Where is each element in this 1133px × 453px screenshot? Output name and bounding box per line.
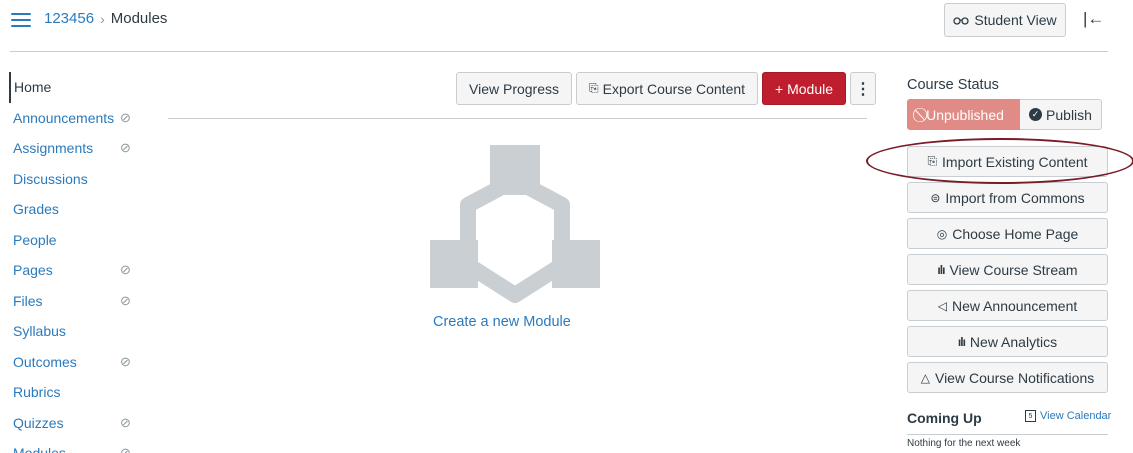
hidden-eye-icon: ⊘	[120, 353, 131, 369]
nav-item-label: Announcements	[13, 109, 115, 126]
publish-label: Publish	[1046, 106, 1092, 123]
hidden-eye-icon: ⊘	[120, 414, 131, 430]
import-from-commons-button[interactable]: ⊜ Import from Commons	[907, 182, 1108, 213]
nav-item-label: Assignments	[13, 140, 94, 157]
hidden-eye-icon: ⊘	[120, 109, 131, 125]
module-placeholder-icon	[430, 145, 600, 303]
nav-item-label: Pages	[13, 262, 53, 279]
bell-icon: △	[920, 370, 930, 385]
choose-home-page-button[interactable]: ◎ Choose Home Page	[907, 218, 1108, 249]
nav-item-label: Quizzes	[13, 414, 64, 431]
sidebar-button-label: New Announcement	[951, 297, 1078, 314]
nav-item-people[interactable]: People	[10, 225, 160, 256]
breadcrumb: 123456 › Modules	[44, 10, 167, 27]
nav-item-files[interactable]: Files ⊘	[10, 286, 160, 317]
hidden-eye-icon: ⊘	[120, 445, 131, 453]
nav-item-outcomes[interactable]: Outcomes ⊘	[10, 347, 160, 378]
nav-item-rubrics[interactable]: Rubrics	[10, 377, 160, 408]
nav-item-label: People	[13, 231, 57, 248]
hamburger-menu-icon[interactable]	[11, 10, 31, 28]
student-view-button[interactable]: Student View	[944, 3, 1066, 37]
sidebar-button-label: Import Existing Content	[942, 153, 1088, 170]
nav-item-quizzes[interactable]: Quizzes ⊘	[10, 408, 160, 439]
view-course-stream-button[interactable]: ılı View Course Stream	[907, 254, 1108, 285]
target-icon: ◎	[936, 226, 948, 241]
export-course-content-button[interactable]: ⎘ Export Course Content	[576, 72, 759, 105]
nav-item-label: Grades	[13, 201, 59, 218]
sidebar-button-label: View Course Stream	[949, 261, 1078, 278]
add-module-button[interactable]: + Module	[762, 72, 847, 105]
create-module-link[interactable]: Create a new Module	[433, 314, 571, 330]
export-label: Export Course Content	[602, 80, 746, 97]
more-options-kebab-icon[interactable]: ⋮	[850, 72, 877, 105]
nav-item-grades[interactable]: Grades	[10, 194, 160, 225]
collapse-left-icon[interactable]: |←	[1083, 9, 1104, 29]
coming-up-divider	[907, 434, 1108, 435]
course-status-heading: Course Status	[907, 77, 999, 93]
unpublished-button[interactable]: ⃠ Unpublished	[907, 99, 1020, 130]
nav-item-label: Modules	[13, 445, 66, 453]
nav-item-label: Syllabus	[13, 323, 66, 340]
nav-item-label: Outcomes	[13, 353, 77, 370]
modules-toolbar: View Progress ⎘ Export Course Content + …	[456, 72, 877, 105]
new-announcement-button[interactable]: ◁ New Announcement	[907, 290, 1108, 321]
sidebar-button-label: Import from Commons	[945, 189, 1085, 206]
publish-toggle-group: ⃠ Unpublished ✓ Publish	[907, 99, 1102, 130]
main-divider	[168, 118, 867, 119]
course-navigation: Home Announcements ⊘ Assignments ⊘ Discussion…	[9, 72, 160, 453]
breadcrumb-separator: ›	[100, 10, 105, 27]
bar-chart-icon: ılı	[937, 262, 945, 277]
nav-item-home[interactable]: Home	[9, 72, 160, 103]
view-calendar-label: View Calendar	[1040, 410, 1112, 422]
nav-item-syllabus[interactable]: Syllabus	[10, 316, 160, 347]
breadcrumb-course-link[interactable]: 123456	[44, 10, 94, 27]
megaphone-icon: ◁	[937, 298, 947, 313]
hidden-eye-icon: ⊘	[120, 140, 131, 155]
sidebar-button-label: New Analytics	[969, 333, 1058, 350]
nav-item-label: Discussions	[13, 170, 88, 187]
breadcrumb-current-page: Modules	[110, 10, 168, 27]
view-calendar-link[interactable]: 5 View Calendar	[1025, 410, 1111, 422]
hidden-eye-icon: ⊘	[120, 292, 131, 308]
nav-item-label: Rubrics	[13, 384, 61, 401]
view-course-notifications-button[interactable]: △ View Course Notifications	[907, 362, 1108, 393]
sidebar-button-label: Choose Home Page	[952, 225, 1079, 242]
nav-item-announcements[interactable]: Announcements ⊘	[10, 103, 160, 134]
check-circle-icon: ✓	[1029, 108, 1043, 121]
publish-button[interactable]: ✓ Publish	[1020, 99, 1102, 130]
bar-chart-icon: ılı	[957, 334, 966, 349]
commons-icon: ⊜	[930, 190, 941, 205]
import-existing-content-button[interactable]: ⎘ Import Existing Content	[907, 146, 1108, 177]
export-icon: ⎘	[589, 81, 599, 95]
top-header: 123456 › Modules Student View |←	[0, 0, 1133, 52]
header-divider	[10, 51, 1108, 52]
student-view-label: Student View	[974, 12, 1057, 28]
nav-item-discussions[interactable]: Discussions	[10, 164, 160, 195]
coming-up-heading: Coming Up	[907, 410, 982, 426]
calendar-icon: 5	[1025, 410, 1036, 422]
import-icon: ⎘	[927, 154, 938, 168]
nav-item-label: Home	[14, 79, 52, 96]
view-progress-button[interactable]: View Progress	[456, 72, 573, 105]
glasses-icon	[953, 17, 970, 25]
nav-item-pages[interactable]: Pages ⊘	[10, 255, 160, 286]
hidden-eye-icon: ⊘	[120, 262, 131, 277]
nav-item-modules[interactable]: Modules ⊘	[10, 438, 160, 453]
sidebar-button-label: View Course Notifications	[934, 369, 1095, 386]
new-analytics-button[interactable]: ılı New Analytics	[907, 326, 1108, 357]
coming-up-empty-message: Nothing for the next week	[907, 438, 1021, 449]
nav-item-assignments[interactable]: Assignments ⊘	[10, 133, 160, 164]
nav-item-label: Files	[13, 292, 43, 309]
unpublished-label: Unpublished	[926, 106, 1004, 123]
